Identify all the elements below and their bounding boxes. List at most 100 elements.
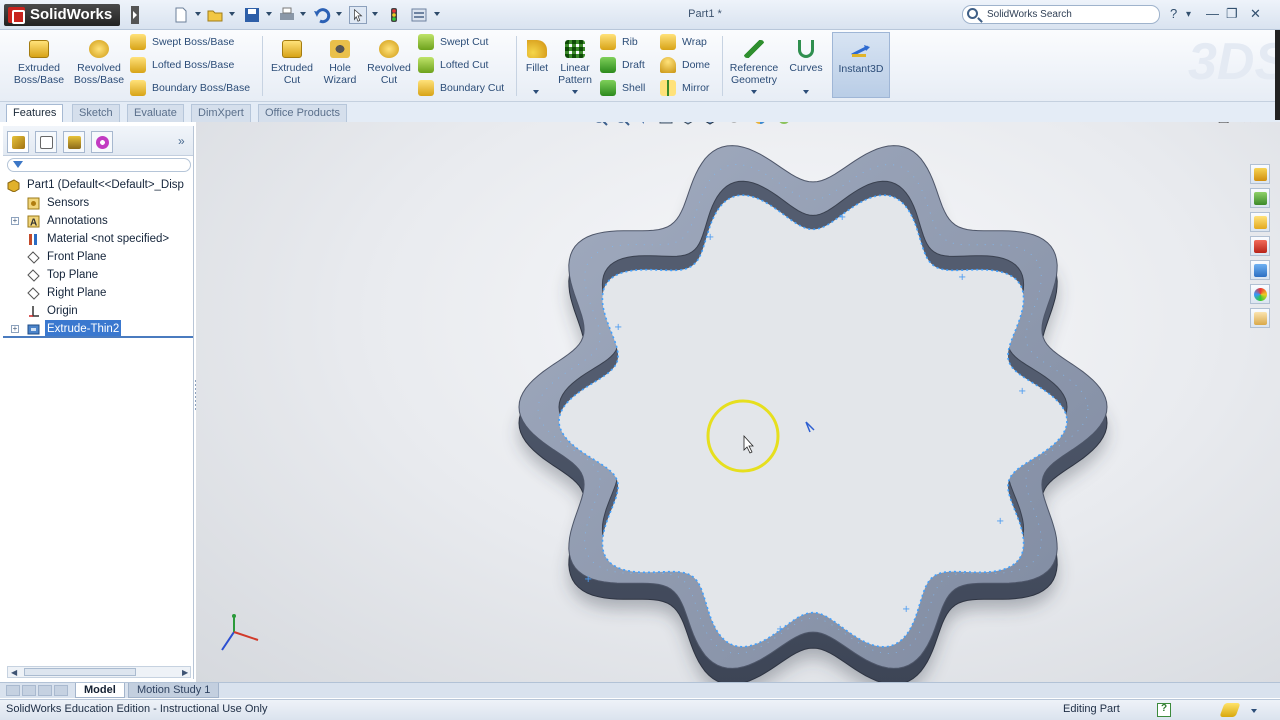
boundary-cut-button[interactable]: Boundary Cut: [418, 79, 504, 97]
tree-node-material[interactable]: Material <not specified>: [3, 230, 193, 248]
save-dropdown-icon[interactable]: [266, 12, 272, 16]
previous-view-icon[interactable]: [636, 122, 652, 126]
edit-appearance-icon[interactable]: [752, 122, 768, 126]
lofted-cut-button[interactable]: Lofted Cut: [418, 56, 488, 74]
expand-toggle[interactable]: +: [11, 325, 19, 333]
viewport-close-button[interactable]: ✕: [1242, 122, 1253, 127]
linear-pattern-button[interactable]: Linear Pattern: [545, 40, 605, 86]
rebuild-icon[interactable]: [385, 6, 403, 24]
feature-filter-input[interactable]: [7, 158, 191, 172]
tab-file-explorer[interactable]: [1250, 212, 1270, 232]
dimxpert-manager-tab[interactable]: [91, 131, 113, 153]
viewport-restore-button[interactable]: ❐: [1218, 122, 1230, 127]
options-dropdown-icon[interactable]: [434, 12, 440, 16]
status-dropdown-icon[interactable]: [1251, 709, 1257, 713]
close-button[interactable]: ✕: [1250, 7, 1261, 21]
tab-features[interactable]: Features: [6, 104, 64, 122]
new-dropdown-icon[interactable]: [195, 12, 201, 16]
tab-sketch[interactable]: Sketch: [72, 104, 120, 122]
tree-node-annotations[interactable]: + A Annotations: [3, 212, 193, 230]
draft-button[interactable]: Draft: [600, 56, 645, 74]
next-tab-button[interactable]: [38, 685, 52, 696]
tab-model[interactable]: Model: [75, 683, 125, 698]
mirror-button[interactable]: Mirror: [660, 79, 709, 97]
swept-boss-button[interactable]: Swept Boss/Base: [130, 33, 234, 51]
boundary-boss-button[interactable]: Boundary Boss/Base: [130, 79, 250, 97]
last-tab-button[interactable]: [54, 685, 68, 696]
print-dropdown-icon[interactable]: [300, 12, 306, 16]
undo-dropdown-icon[interactable]: [336, 12, 342, 16]
minimize-button[interactable]: —: [1206, 7, 1219, 21]
revolved-boss-button[interactable]: Revolved Boss/Base: [68, 40, 130, 86]
undo-icon[interactable]: [313, 6, 331, 24]
select-dropdown-icon[interactable]: [372, 12, 378, 16]
menu-flyout-icon[interactable]: [131, 6, 139, 24]
feature-manager-tab[interactable]: [7, 131, 29, 153]
tree-node-part1[interactable]: Part1 (Default<<Default>_Disp: [3, 176, 193, 194]
fillet-dropdown-icon[interactable]: [533, 90, 539, 94]
tree-node-top-plane[interactable]: Top Plane: [3, 266, 193, 284]
tab-design-library[interactable]: [1250, 188, 1270, 208]
view-orientation-icon[interactable]: [680, 122, 696, 126]
scroll-left-icon[interactable]: ◀: [11, 668, 17, 677]
tab-dimxpert[interactable]: DimXpert: [191, 104, 251, 122]
tab-custom-properties[interactable]: [1250, 308, 1270, 328]
tab-office-products[interactable]: Office Products: [258, 104, 347, 122]
tab-search[interactable]: [1250, 236, 1270, 256]
print-icon[interactable]: [278, 6, 296, 24]
tab-view-palette[interactable]: [1250, 260, 1270, 280]
help-button[interactable]: ?: [1170, 7, 1177, 21]
zoom-area-icon[interactable]: [614, 122, 630, 126]
tab-motion-study-1[interactable]: Motion Study 1: [128, 683, 220, 698]
pattern-dropdown-icon[interactable]: [572, 90, 578, 94]
rib-button[interactable]: Rib: [600, 33, 638, 51]
swept-cut-button[interactable]: Swept Cut: [418, 33, 488, 51]
view-settings-icon[interactable]: [800, 122, 816, 126]
display-style-icon[interactable]: [702, 122, 718, 126]
tree-node-origin[interactable]: Origin: [3, 302, 193, 320]
help-dropdown-icon[interactable]: ▾: [1186, 8, 1191, 22]
revolved-cut-button[interactable]: Revolved Cut: [358, 40, 420, 86]
options-icon[interactable]: [410, 6, 428, 24]
curves-button[interactable]: Curves: [776, 40, 836, 74]
reference-geometry-dropdown-icon[interactable]: [751, 90, 757, 94]
units-eraser-icon[interactable]: [1219, 703, 1241, 717]
expand-toggle[interactable]: +: [11, 217, 19, 225]
wrap-button[interactable]: Wrap: [660, 33, 707, 51]
first-tab-button[interactable]: [6, 685, 20, 696]
rollback-bar[interactable]: [3, 336, 193, 338]
expand-panel-icon[interactable]: »: [178, 134, 185, 148]
open-dropdown-icon[interactable]: [229, 12, 235, 16]
search-box[interactable]: SolidWorks Search: [962, 5, 1160, 24]
zoom-to-fit-icon[interactable]: [592, 122, 608, 126]
tree-node-right-plane[interactable]: Right Plane: [3, 284, 193, 302]
search-input[interactable]: SolidWorks Search: [987, 9, 1072, 20]
tab-evaluate[interactable]: Evaluate: [127, 104, 184, 122]
tree-node-front-plane[interactable]: Front Plane: [3, 248, 193, 266]
shell-button[interactable]: Shell: [600, 79, 645, 97]
select-icon[interactable]: [349, 6, 367, 24]
quick-tips-icon[interactable]: [1157, 703, 1171, 717]
panel-horizontal-scrollbar[interactable]: ◀ ▶: [7, 666, 191, 678]
instant3d-button[interactable]: Instant3D: [832, 32, 890, 98]
new-document-icon[interactable]: [172, 6, 190, 24]
property-manager-tab[interactable]: [35, 131, 57, 153]
prev-tab-button[interactable]: [22, 685, 36, 696]
scroll-thumb[interactable]: [24, 668, 136, 676]
apply-scene-icon[interactable]: [776, 122, 792, 126]
lofted-boss-button[interactable]: Lofted Boss/Base: [130, 56, 234, 74]
part-model[interactable]: + + + + + + + + +: [196, 122, 1280, 682]
scroll-right-icon[interactable]: ▶: [182, 668, 188, 677]
section-view-icon[interactable]: [658, 122, 674, 126]
extruded-boss-button[interactable]: Extruded Boss/Base: [8, 40, 70, 86]
tab-appearances[interactable]: [1250, 284, 1270, 304]
graphics-area[interactable]: + + + + + + + + + – ❐ ✕: [196, 122, 1280, 682]
save-icon[interactable]: [243, 6, 261, 24]
curves-dropdown-icon[interactable]: [803, 90, 809, 94]
hide-show-icon[interactable]: [726, 122, 742, 126]
dome-button[interactable]: Dome: [660, 56, 710, 74]
restore-button[interactable]: ❐: [1226, 7, 1238, 21]
solidworks-logo[interactable]: SolidWorks: [4, 4, 121, 26]
viewport-minimize-button[interactable]: –: [1200, 122, 1207, 126]
configuration-manager-tab[interactable]: [63, 131, 85, 153]
